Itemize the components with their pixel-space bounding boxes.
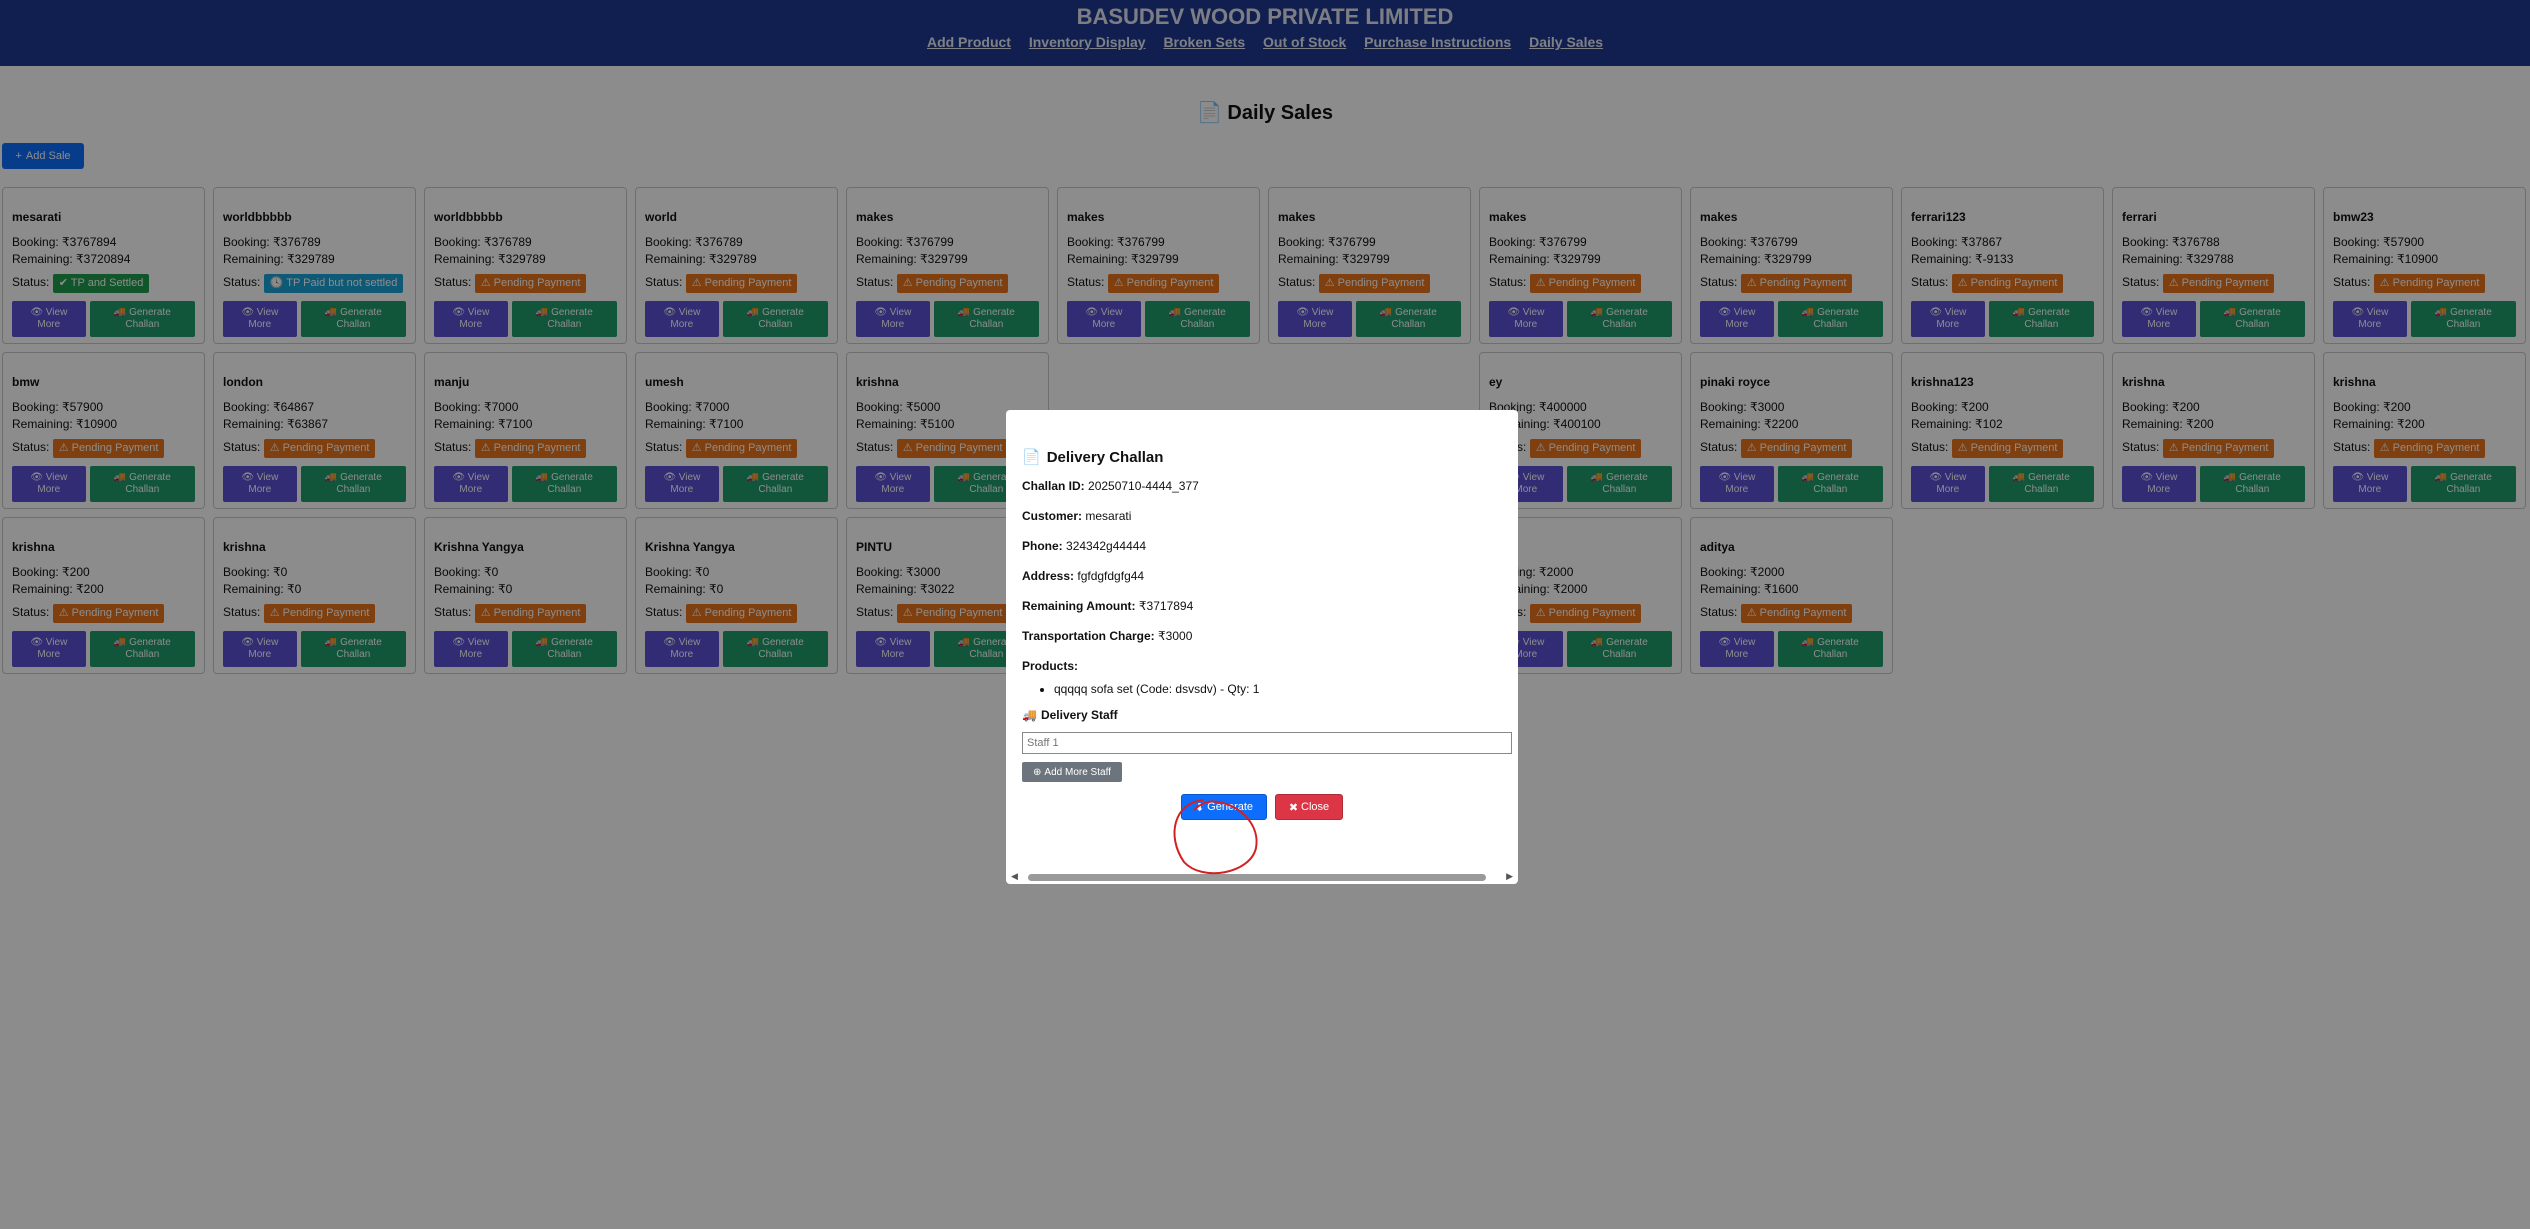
scroll-left-icon[interactable]: ◀ bbox=[1011, 871, 1018, 882]
plus-icon: ⊕ bbox=[1033, 766, 1042, 778]
delivery-challan-modal: 📄 Delivery Challan Challan ID: 20250710-… bbox=[1006, 410, 1518, 884]
download-icon: ⬇ bbox=[1194, 801, 1205, 814]
transport-row: Transportation Charge: ₹3000 bbox=[1022, 628, 1502, 644]
address-label: Address: bbox=[1022, 569, 1075, 583]
products-label: Products: bbox=[1022, 659, 1079, 673]
transport-label: Transportation Charge: bbox=[1022, 629, 1155, 643]
phone-value: 324342g44444 bbox=[1066, 539, 1147, 553]
truck-icon: 🚚 bbox=[1022, 708, 1037, 722]
challan-id-label: Challan ID: bbox=[1022, 479, 1085, 493]
staff-input[interactable] bbox=[1022, 732, 1512, 754]
scrollbar-thumb[interactable] bbox=[1028, 874, 1486, 881]
remaining-value: ₹3717894 bbox=[1138, 599, 1194, 613]
address-value: fgfdgfdgfg44 bbox=[1077, 569, 1145, 583]
document-icon: 📄 bbox=[1022, 449, 1041, 466]
remaining-label: Remaining Amount: bbox=[1022, 599, 1136, 613]
scroll-right-icon[interactable]: ▶ bbox=[1506, 871, 1513, 882]
address-row: Address: fgfdgfdgfg44 bbox=[1022, 568, 1502, 584]
close-button[interactable]: ✖ Close bbox=[1275, 794, 1343, 820]
phone-label: Phone: bbox=[1022, 539, 1063, 553]
challan-id-value: 20250710-4444_377 bbox=[1088, 479, 1199, 493]
products-heading: Products: bbox=[1022, 658, 1502, 674]
generate-button[interactable]: ⬇ Generate bbox=[1181, 794, 1267, 820]
product-item: qqqqq sofa set (Code: dsvsdv) - Qty: 1 bbox=[1054, 682, 1502, 696]
transport-value: ₹3000 bbox=[1158, 629, 1193, 643]
modal-title: 📄 Delivery Challan bbox=[1022, 448, 1502, 467]
customer-value: mesarati bbox=[1085, 509, 1132, 523]
modal-actions: ⬇ Generate ✖ Close bbox=[1022, 794, 1502, 820]
delivery-staff-label: Delivery Staff bbox=[1040, 708, 1118, 722]
delivery-staff-heading: 🚚 Delivery Staff bbox=[1022, 708, 1502, 722]
generate-label: Generate bbox=[1207, 801, 1254, 813]
horizontal-scrollbar[interactable]: ◀ ▶ bbox=[1006, 870, 1518, 884]
add-more-staff-button[interactable]: ⊕ Add More Staff bbox=[1022, 762, 1122, 782]
close-icon: ✖ bbox=[1288, 801, 1299, 814]
customer-label: Customer: bbox=[1022, 509, 1083, 523]
modal-title-text: Delivery Challan bbox=[1046, 448, 1164, 466]
customer-row: Customer: mesarati bbox=[1022, 508, 1502, 524]
challan-id-row: Challan ID: 20250710-4444_377 bbox=[1022, 478, 1502, 494]
remaining-row: Remaining Amount: ₹3717894 bbox=[1022, 598, 1502, 614]
close-label: Close bbox=[1301, 801, 1330, 813]
phone-row: Phone: 324342g44444 bbox=[1022, 538, 1502, 554]
product-list: qqqqq sofa set (Code: dsvsdv) - Qty: 1 bbox=[1022, 682, 1502, 696]
add-more-staff-label: Add More Staff bbox=[1044, 766, 1111, 778]
